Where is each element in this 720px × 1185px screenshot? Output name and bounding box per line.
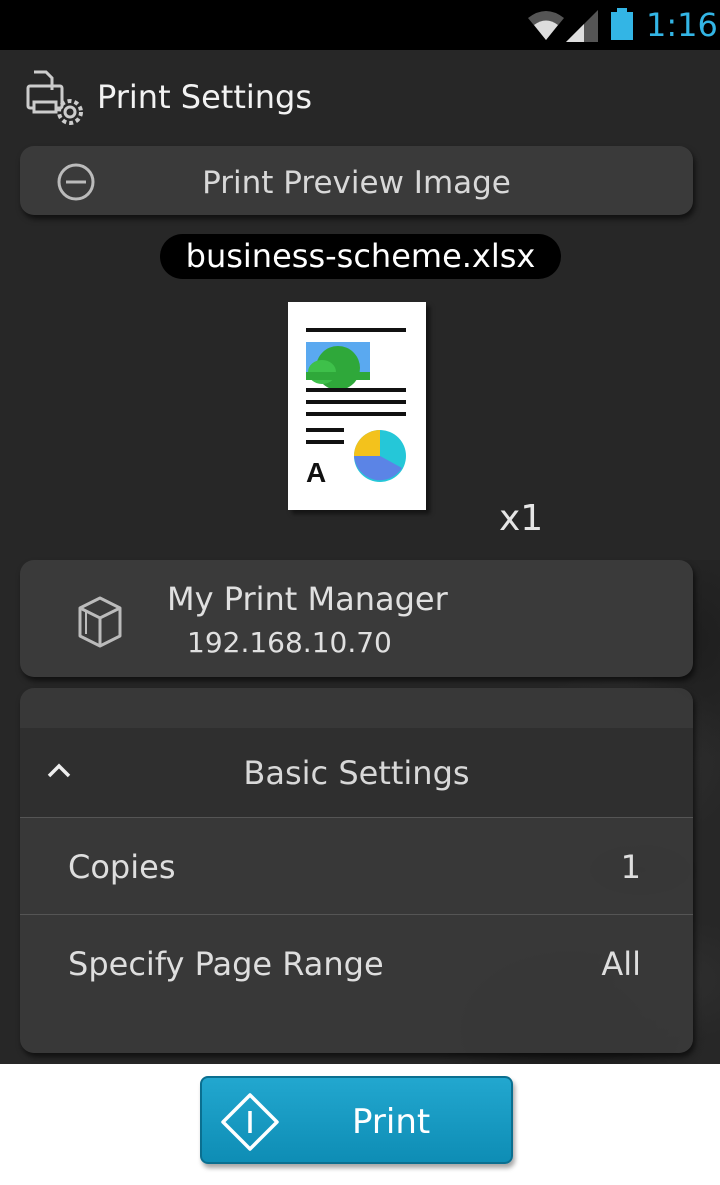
print-settings-icon[interactable] [24,68,88,128]
page-range-row[interactable]: Specify Page Range All [20,915,693,1011]
document-preview-thumbnail[interactable]: A [288,302,426,510]
thumbnail-letter: A [306,457,326,488]
printer-selector[interactable]: My Print Manager 192.168.10.70 [20,560,693,677]
file-name-badge: business-scheme.xlsx [160,234,561,279]
action-bar: Print Settings [0,50,720,145]
document-preview-graphic: A [306,328,406,488]
battery-icon [611,8,633,40]
wifi-icon [528,11,564,40]
page-range-label: Specify Page Range [68,945,384,983]
copies-value: 1 [620,848,641,886]
print-start-icon [221,1093,279,1151]
signal-icon [566,10,598,42]
bottom-action-bar: Print [0,1064,720,1185]
copies-row[interactable]: Copies 1 [20,818,693,915]
copy-count-indicator: x1 [499,498,544,539]
printer-address: 192.168.10.70 [187,626,392,659]
page-title: Print Settings [97,78,313,116]
status-clock: 1:16 [646,6,718,44]
basic-settings-header[interactable]: Basic Settings [20,728,693,818]
printer-box-icon [78,596,122,648]
status-bar: 1:16 [0,0,720,50]
print-button-label: Print [352,1102,431,1142]
print-preview-header[interactable]: Print Preview Image [20,146,693,215]
copies-label: Copies [68,848,176,886]
basic-settings-label: Basic Settings [243,754,470,792]
page-range-value: All [601,945,641,983]
basic-settings-panel: Basic Settings Copies 1 Specify Page Ran… [20,688,693,1053]
print-button[interactable]: Print [200,1076,513,1164]
print-preview-label: Print Preview Image [202,165,511,201]
printer-name: My Print Manager [167,580,448,618]
